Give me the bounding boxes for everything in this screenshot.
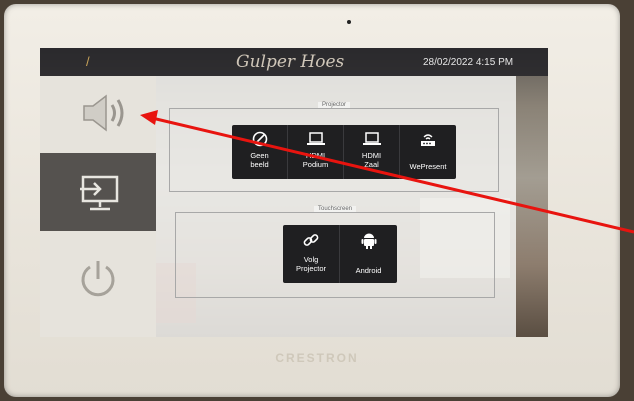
annotation-arrow [140,110,634,234]
